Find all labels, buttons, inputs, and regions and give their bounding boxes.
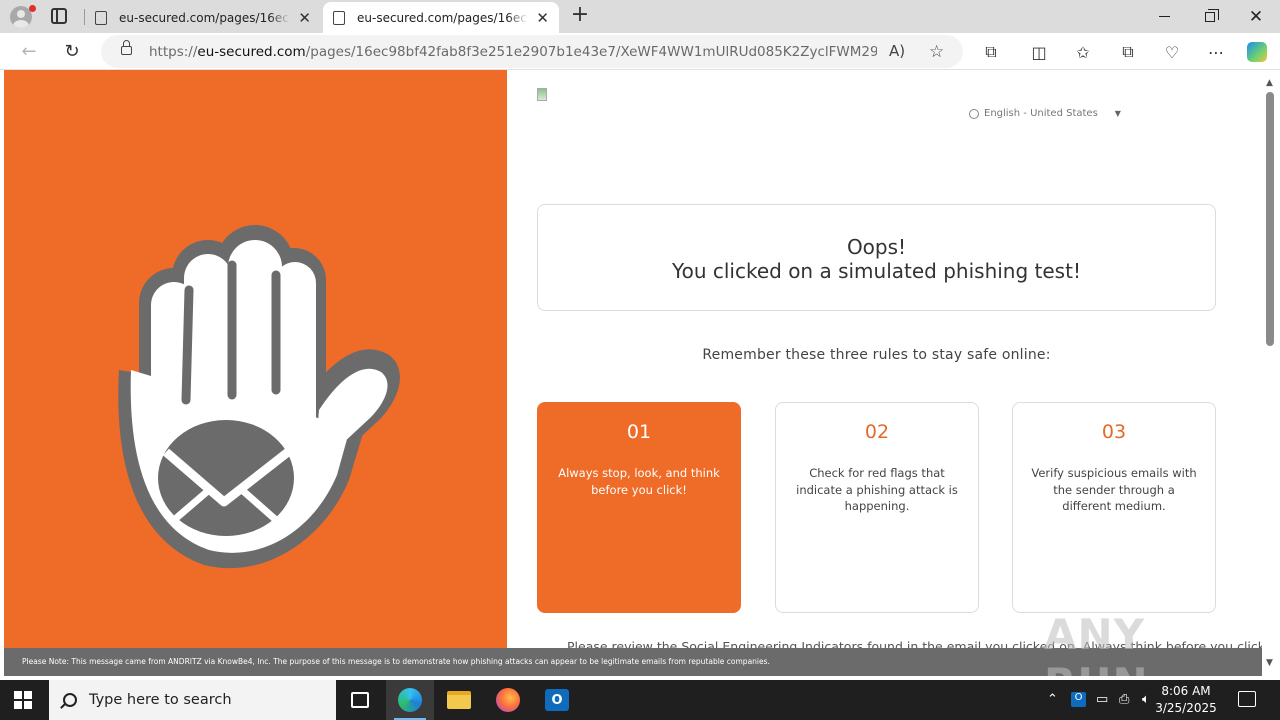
tab-1[interactable]: eu-secured.com/pages/16ec98bf42fab8f3e25… <box>85 2 321 33</box>
minimize-button[interactable] <box>1141 0 1187 33</box>
notification-dot <box>29 5 36 12</box>
chevron-down-icon: ▼ <box>1114 109 1121 118</box>
taskbar-edge[interactable] <box>386 680 434 720</box>
close-window-button[interactable]: ✕ <box>1233 0 1279 33</box>
outlook-icon: O <box>545 689 569 711</box>
rule-number: 03 <box>1101 421 1127 443</box>
favorites-icon[interactable]: ✩ <box>1073 42 1093 62</box>
taskbar-firefox[interactable] <box>484 680 532 720</box>
page-scrollbar[interactable]: ▲ ▼ <box>1262 70 1280 676</box>
task-view-icon <box>351 692 369 708</box>
rule-card-3: 03 Verify suspicious emails with the sen… <box>1012 402 1216 613</box>
scroll-thumb[interactable] <box>1266 92 1274 346</box>
tray-chevron-up-icon[interactable]: ⌃ <box>1047 692 1058 707</box>
volume-icon[interactable]: 🔈︎ <box>1142 692 1150 707</box>
edge-icon <box>398 688 422 712</box>
search-icon <box>63 693 77 707</box>
notification-center-icon[interactable] <box>1238 691 1256 707</box>
watermark-logo: ANY RUN <box>1044 610 1148 676</box>
alert-heading-line1: Oops! <box>846 235 907 259</box>
rule-number: 01 <box>626 421 652 443</box>
network-icon[interactable]: ⎙ <box>1119 692 1129 707</box>
taskbar-outlook[interactable]: O <box>533 680 581 720</box>
language-selector[interactable]: English - United States ▼ <box>969 108 1121 119</box>
clock-date: 3/25/2025 <box>1155 701 1217 715</box>
disclaimer-text: Please Note: This message came from ANDR… <box>22 657 770 666</box>
page-content: English - United States ▼ Oops! You clic… <box>4 70 1262 676</box>
task-view-button[interactable] <box>336 680 384 720</box>
rule-card-2: 02 Check for red flags that indicate a p… <box>775 402 979 613</box>
lock-icon[interactable] <box>121 40 132 55</box>
firefox-icon <box>496 688 520 712</box>
rule-text: Always stop, look, and think before you … <box>558 466 720 497</box>
tray-device-icon[interactable]: ▭ <box>1096 692 1108 707</box>
read-aloud-icon[interactable]: A) <box>889 42 905 60</box>
rule-text: Verify suspicious emails with the sender… <box>1031 466 1197 513</box>
url-text[interactable]: https://eu-secured.com/pages/16ec98bf42f… <box>149 44 877 60</box>
scroll-down-icon[interactable]: ▼ <box>1266 658 1273 668</box>
content-panel: English - United States ▼ Oops! You clic… <box>507 70 1262 654</box>
rules-intro: Remember these three rules to stay safe … <box>702 347 1051 363</box>
page-icon <box>95 10 107 25</box>
folder-icon <box>447 691 471 709</box>
favorite-star-icon[interactable]: ☆ <box>929 42 944 62</box>
rule-card-1: 01 Always stop, look, and think before y… <box>537 402 741 613</box>
taskbar-search[interactable]: Type here to search <box>49 680 336 720</box>
rule-number: 02 <box>864 421 890 443</box>
refresh-button[interactable]: ↻ <box>57 37 87 65</box>
globe-icon <box>969 108 979 119</box>
more-menu-icon[interactable]: ⋯ <box>1206 42 1226 62</box>
alert-heading-line2: You clicked on a simulated phishing test… <box>672 259 1081 283</box>
tab-title: eu-secured.com/pages/16ec98bf42fab8f3e25… <box>119 10 291 25</box>
new-tab-button[interactable]: + <box>568 2 592 27</box>
collections-icon[interactable]: ⧉ <box>1118 42 1138 62</box>
page-icon <box>333 10 345 25</box>
close-tab-icon[interactable]: ✕ <box>536 9 549 27</box>
stop-hand-icon <box>118 225 400 569</box>
extensions-icon[interactable]: ⧉ <box>981 42 1001 62</box>
windows-taskbar: Type here to search O ⌃ O ▭ ⎙ 🔈︎ 8:06 AM… <box>0 680 1280 720</box>
browser-essentials-icon[interactable]: ♡ <box>1162 42 1182 62</box>
alert-box: Oops! You clicked on a simulated phishin… <box>537 204 1216 311</box>
hero-panel <box>4 70 507 648</box>
tab-title: eu-secured.com/pages/16ec98bf42fab8f3e25… <box>357 10 529 25</box>
tray-outlook-icon[interactable]: O <box>1071 692 1086 707</box>
tab-2[interactable]: eu-secured.com/pages/16ec98bf42fab8f3e25… <box>323 2 559 33</box>
language-label: English - United States <box>984 108 1098 119</box>
restore-button[interactable] <box>1187 0 1233 33</box>
start-button[interactable] <box>14 691 32 709</box>
browser-toolbar: ← ↻ https://eu-secured.com/pages/16ec98b… <box>0 33 1280 70</box>
search-placeholder: Type here to search <box>89 692 232 708</box>
system-clock[interactable]: 8:06 AM 3/25/2025 <box>1150 683 1222 717</box>
broken-logo-image <box>537 88 547 101</box>
split-screen-icon[interactable]: ◫ <box>1029 42 1049 62</box>
taskbar-file-explorer[interactable] <box>435 680 483 720</box>
tab-actions-icon[interactable] <box>51 8 67 24</box>
clock-time: 8:06 AM <box>1161 684 1211 698</box>
rule-text: Check for red flags that indicate a phis… <box>796 466 958 513</box>
address-bar[interactable]: https://eu-secured.com/pages/16ec98bf42f… <box>101 35 963 68</box>
browser-tab-strip: eu-secured.com/pages/16ec98bf42fab8f3e25… <box>0 0 1280 33</box>
close-tab-icon[interactable]: ✕ <box>298 9 311 27</box>
scroll-up-icon[interactable]: ▲ <box>1266 78 1273 88</box>
back-button[interactable]: ← <box>14 37 44 65</box>
copilot-icon[interactable] <box>1247 42 1267 62</box>
